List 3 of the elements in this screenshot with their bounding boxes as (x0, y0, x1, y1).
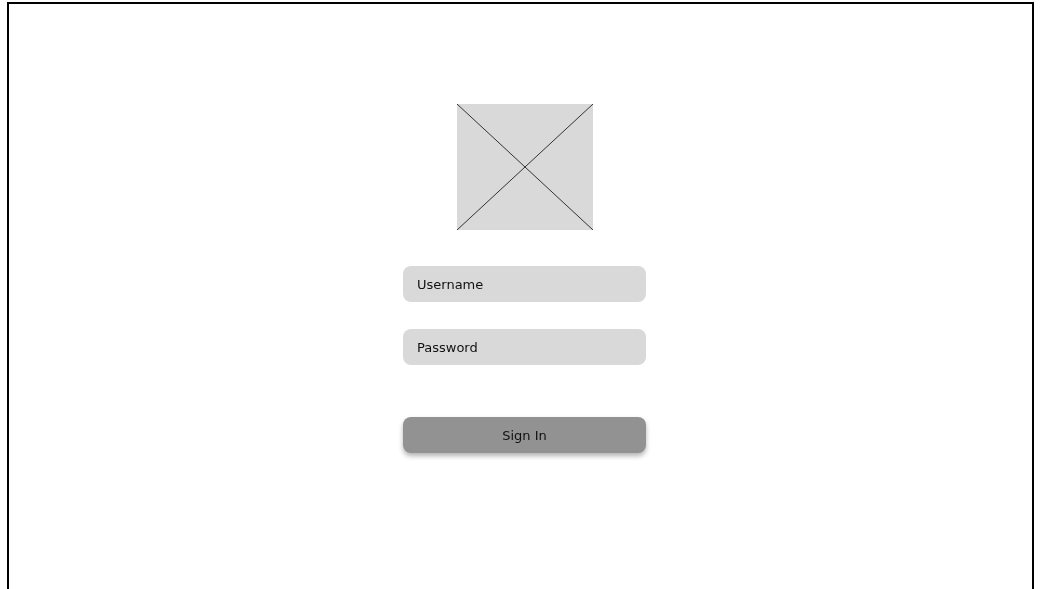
input-field[interactable]: Username (403, 266, 646, 302)
sign-in-button[interactable]: Sign In (403, 417, 646, 453)
input-field[interactable]: Password (403, 329, 646, 365)
